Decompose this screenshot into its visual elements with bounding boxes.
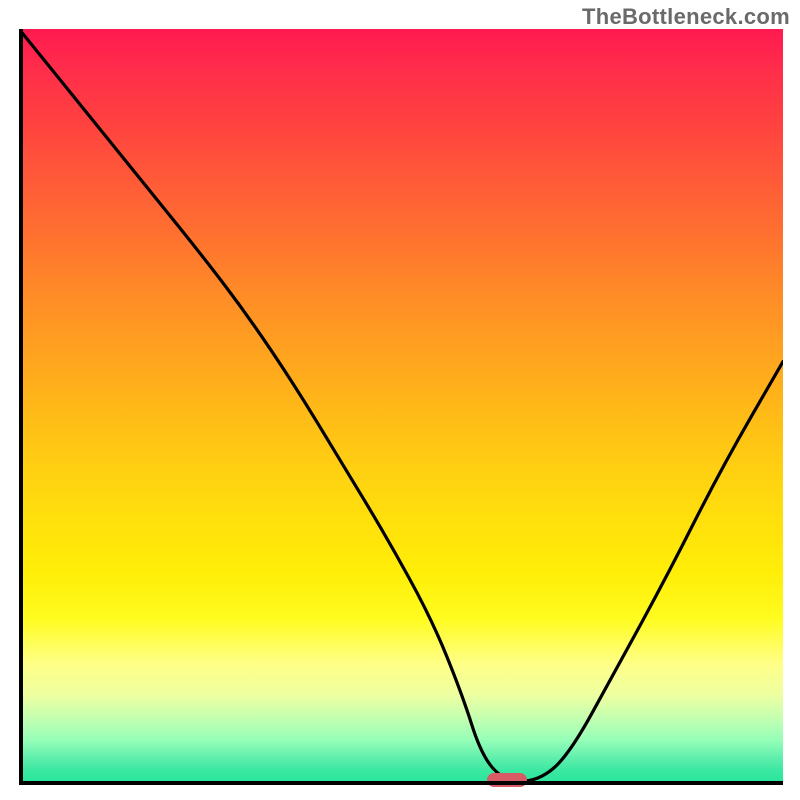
bottleneck-chart: TheBottleneck.com xyxy=(0,0,800,800)
bottleneck-curve-path xyxy=(19,29,783,781)
plot-area xyxy=(19,29,783,785)
watermark-text: TheBottleneck.com xyxy=(582,4,790,30)
y-axis-line xyxy=(19,29,23,785)
curve-svg xyxy=(19,29,783,785)
x-axis-line xyxy=(19,781,783,785)
